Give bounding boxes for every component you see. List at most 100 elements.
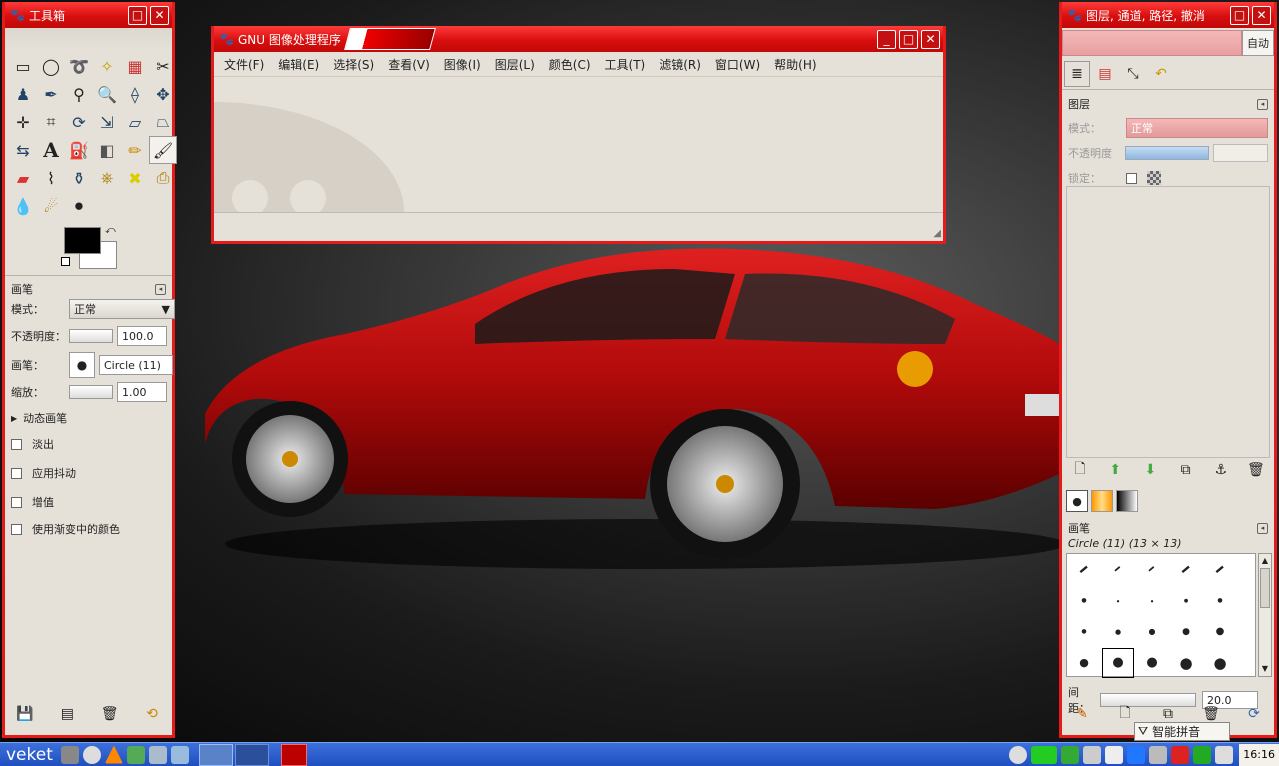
tray-keyboard-icon[interactable]	[1127, 745, 1146, 764]
workspace-1[interactable]	[198, 743, 233, 766]
brush-cell[interactable]: ●	[1184, 598, 1188, 604]
zoom-icon[interactable]: 🔍	[93, 80, 121, 108]
scroll-up-icon[interactable]: ▲	[1259, 554, 1271, 568]
tray-display-icon[interactable]	[1083, 745, 1102, 764]
start-button[interactable]: veket	[0, 745, 59, 765]
save-options-icon[interactable]: 💾	[15, 704, 35, 724]
crop-icon[interactable]: ⌗	[37, 108, 65, 136]
opacity-slider[interactable]	[69, 329, 113, 343]
shear-icon[interactable]: ▱	[121, 108, 149, 136]
task-gimp-button[interactable]	[280, 743, 307, 766]
move-icon[interactable]: ✥	[149, 80, 177, 108]
brush-scrollbar[interactable]: ▲ ▼	[1258, 553, 1272, 677]
menu-layer[interactable]: 图层(L)	[495, 56, 535, 73]
layer-opacity-spinner[interactable]	[1212, 144, 1268, 162]
brush-cell[interactable]: ━	[1146, 563, 1158, 575]
lock-alpha-checkbox[interactable]	[1126, 172, 1137, 184]
checkbox[interactable]	[11, 523, 22, 535]
close-button[interactable]: ✕	[1252, 5, 1271, 25]
scale-slider[interactable]	[69, 385, 113, 399]
brush-cell[interactable]: ━	[1076, 561, 1093, 579]
brush-cell[interactable]: ●	[1117, 599, 1120, 603]
scale-spinner[interactable]: 1.00	[117, 382, 167, 402]
brush-cell[interactable]: ●	[1081, 597, 1086, 604]
incremental-checkbox[interactable]: 增值	[11, 494, 54, 510]
layers-list[interactable]	[1066, 186, 1270, 458]
main-titlebar[interactable]: 🐾 GNU 图像处理程序 _ □ ✕	[214, 26, 943, 52]
image-selector[interactable]	[1062, 30, 1242, 56]
network-launcher-icon[interactable]	[126, 745, 145, 764]
tab-brushes-icon[interactable]: ●	[1066, 490, 1088, 512]
scroll-thumb[interactable]	[1260, 568, 1270, 608]
toolbox-titlebar[interactable]: 🐾 工具箱 □ ✕	[5, 2, 172, 28]
mode-select[interactable]: 正常 ▼	[69, 299, 175, 319]
scale-icon[interactable]: ⇲	[93, 108, 121, 136]
eraser-icon[interactable]: ▰	[9, 164, 37, 192]
browser-launcher-icon[interactable]	[82, 745, 101, 764]
clock[interactable]: 16:16	[1239, 743, 1279, 766]
delete-options-icon[interactable]: 🗑	[100, 704, 120, 724]
free-select-icon[interactable]: ➰	[65, 52, 93, 80]
workspace-2[interactable]	[234, 743, 269, 766]
tab-channels-icon[interactable]: ▤	[1092, 61, 1118, 87]
heal-icon[interactable]: ✖	[121, 164, 149, 192]
tray-clipboard-icon[interactable]	[1105, 745, 1124, 764]
reset-options-icon[interactable]: ⟲	[142, 704, 162, 724]
auto-button[interactable]: 自动	[1242, 30, 1274, 56]
dock-menu-icon[interactable]: ◂	[1257, 522, 1268, 534]
paintbrush-icon[interactable]: 🖌	[149, 136, 177, 164]
tray-green-icon[interactable]	[1031, 745, 1058, 764]
maximize-button[interactable]: □	[899, 29, 918, 49]
measure-icon[interactable]: ⟠	[121, 80, 149, 108]
tray-volume-icon[interactable]	[1149, 745, 1168, 764]
refresh-brushes-icon[interactable]: ⟳	[1244, 704, 1264, 724]
edit-brush-icon[interactable]: ✎	[1072, 704, 1092, 724]
bucket-fill-icon[interactable]: ⛽	[65, 136, 93, 164]
dock-menu-icon[interactable]: ◂	[155, 283, 166, 295]
perspective-icon[interactable]: ⏢	[149, 108, 177, 136]
rect-select-icon[interactable]: ▭	[9, 52, 37, 80]
ellipse-select-icon[interactable]: ◯	[37, 52, 65, 80]
duplicate-brush-icon[interactable]: ⧉	[1158, 704, 1178, 724]
color-select-icon[interactable]: ▦	[121, 52, 149, 80]
dock-titlebar[interactable]: 🐾 图层, 通道, 路径, 撤消 □ ✕	[1062, 2, 1274, 28]
text-icon[interactable]: A	[37, 136, 65, 164]
vlc-launcher-icon[interactable]	[104, 745, 123, 764]
lower-layer-icon[interactable]: ⬇	[1140, 460, 1160, 480]
clone-icon[interactable]: ⎈	[93, 164, 121, 192]
opacity-spinner[interactable]: 100.0	[117, 326, 167, 346]
menu-colors[interactable]: 颜色(C)	[549, 56, 591, 73]
tray-monitor-icon[interactable]	[1061, 745, 1080, 764]
new-layer-icon[interactable]: 🗋	[1070, 460, 1090, 480]
brush-cell[interactable]: ━	[1212, 561, 1229, 579]
ink-icon[interactable]: ⚱	[65, 164, 93, 192]
tray-update-icon[interactable]	[1009, 745, 1028, 764]
anchor-layer-icon[interactable]: ⚓	[1211, 460, 1231, 480]
brush-cell[interactable]: ━	[1112, 563, 1124, 575]
tray-battery-icon[interactable]	[1193, 745, 1212, 764]
checkbox[interactable]	[11, 438, 22, 450]
swap-colors-icon[interactable]: ⤺	[105, 225, 116, 236]
desktop-launcher-icon[interactable]	[148, 745, 167, 764]
color-picker-icon[interactable]: ⚲	[65, 80, 93, 108]
smudge-icon[interactable]: ☄	[37, 192, 65, 220]
foreground-select-icon[interactable]: ♟	[9, 80, 37, 108]
tray-pen-icon[interactable]	[1215, 745, 1234, 764]
tab-patterns-icon[interactable]	[1091, 490, 1113, 512]
duplicate-layer-icon[interactable]: ⧉	[1176, 460, 1196, 480]
brush-preview[interactable]: ●	[69, 352, 95, 378]
gradient-colors-checkbox[interactable]: 使用渐变中的颜色	[11, 521, 120, 537]
brush-cell[interactable]: ●	[1179, 654, 1192, 672]
menu-filters[interactable]: 滤镜(R)	[659, 56, 701, 73]
brush-cell[interactable]: ●	[1115, 628, 1121, 636]
ime-indicator[interactable]: ⛛ 智能拼音	[1134, 722, 1230, 741]
menu-file[interactable]: 文件(F)	[224, 56, 264, 73]
brush-cell[interactable]: ●	[1081, 628, 1086, 635]
menu-help[interactable]: 帮助(H)	[774, 56, 816, 73]
blur-icon[interactable]: 💧	[9, 192, 37, 220]
brush-cell[interactable]: ●	[1149, 627, 1156, 636]
dodge-burn-icon[interactable]: ⚫	[65, 192, 93, 220]
restore-options-icon[interactable]: ▤	[57, 704, 77, 724]
raise-layer-icon[interactable]: ⬆	[1105, 460, 1125, 480]
delete-layer-icon[interactable]: 🗑	[1246, 460, 1266, 480]
